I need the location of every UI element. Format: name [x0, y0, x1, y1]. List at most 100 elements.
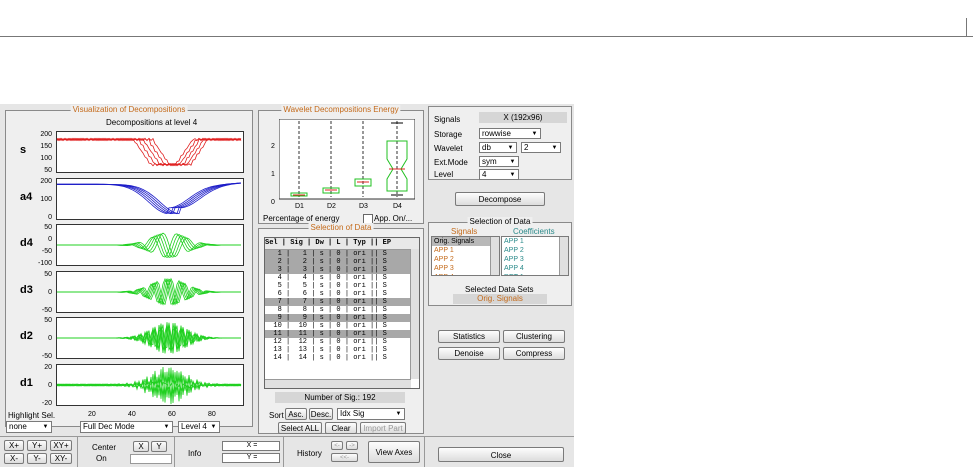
zoom-xy-in-button[interactable]: XY+: [50, 440, 72, 451]
table-row[interactable]: 8 | 8 | s | 0 | ori || S: [265, 306, 419, 314]
energy-plot: [279, 119, 415, 200]
y-tick-label: 200: [40, 131, 52, 138]
selection-table-title: Selection of Data: [308, 223, 374, 232]
selected-sets-value: Orig. Signals: [453, 294, 547, 304]
sort-key-select[interactable]: Idx Sig ▼: [337, 408, 405, 420]
signals-listbox[interactable]: Orig. SignalsAPP 1APP 2APP 3APP 4: [431, 236, 500, 276]
decomposition-plot-s[interactable]: [56, 131, 244, 173]
table-hscroll[interactable]: [265, 379, 411, 388]
center-label: Center: [92, 443, 117, 452]
chevron-down-icon: ▼: [42, 424, 49, 430]
bottom-toolbar: X+ Y+ XY+ X- Y- XY- Center On X Y Info X…: [0, 436, 574, 467]
zoom-y-in-button[interactable]: Y+: [27, 440, 47, 451]
signals-list-scrollbar[interactable]: [490, 237, 499, 275]
table-row[interactable]: 5 | 5 | s | 0 | ori || S: [265, 282, 419, 290]
y-tick-label: 0: [48, 335, 52, 342]
center-field[interactable]: [130, 454, 172, 464]
select-all-button[interactable]: Select ALL: [278, 422, 322, 434]
center-y-button[interactable]: Y: [151, 441, 167, 452]
decomposition-plot-d1[interactable]: [56, 363, 244, 406]
view-axes-button[interactable]: View Axes: [368, 441, 420, 463]
x-tick-label: 40: [128, 411, 136, 418]
decomposition-plot-d3[interactable]: [56, 270, 244, 313]
extmode-select[interactable]: sym ▼: [479, 156, 519, 167]
history-label: History: [297, 449, 322, 458]
level-select[interactable]: 4 ▼: [479, 169, 519, 180]
y-tick-label: 0: [48, 381, 52, 389]
clear-button[interactable]: Clear: [325, 422, 357, 434]
energy-x-tick: D2: [327, 203, 336, 210]
table-row[interactable]: 6 | 6 | s | 0 | ori || S: [265, 290, 419, 298]
zoom-x-in-button[interactable]: X+: [4, 440, 24, 451]
table-row[interactable]: 3 | 3 | s | 0 | ori || S: [265, 266, 419, 274]
decomposition-plot-d2[interactable]: [56, 317, 244, 359]
signals-list-item[interactable]: APP 4: [432, 273, 499, 275]
history-reset-button[interactable]: <<-: [331, 453, 358, 462]
info-label: Info: [188, 449, 202, 458]
signals-list-item[interactable]: APP 1: [432, 246, 499, 255]
table-row[interactable]: 9 | 9 | s | 0 | ori || S: [265, 314, 419, 322]
table-row[interactable]: 2 | 2 | s | 0 | ori || S: [265, 258, 419, 266]
decomposition-plot-a4[interactable]: [56, 177, 244, 220]
signals-list-item[interactable]: APP 3: [432, 264, 499, 273]
table-row[interactable]: 4 | 4 | s | 0 | ori || S: [265, 274, 419, 282]
history-forward-button[interactable]: ->: [346, 441, 358, 450]
decomposition-panel-title: Visualization of Decompositions: [70, 105, 188, 114]
y-tick-label: 100: [40, 195, 52, 203]
highlight-select-value: none: [9, 422, 27, 431]
table-row[interactable]: 13 | 13 | s | 0 | ori || S: [265, 346, 419, 354]
decompose-button[interactable]: Decompose: [455, 192, 545, 206]
wavelet-family-select[interactable]: db ▼: [479, 142, 517, 153]
table-row[interactable]: 7 | 7 | s | 0 | ori || S: [265, 298, 419, 306]
storage-select[interactable]: rowwise ▼: [479, 128, 541, 139]
signals-table[interactable]: Sel | Sig | Dw | L | Typ || EP 1 | 1 | s…: [264, 237, 420, 389]
y-tick-label: 200: [40, 177, 52, 185]
mode-select[interactable]: Full Dec Mode ▼: [80, 421, 173, 433]
close-button[interactable]: Close: [438, 447, 564, 462]
clustering-button[interactable]: Clustering: [503, 330, 565, 343]
chevron-down-icon: ▼: [551, 145, 558, 151]
toolbar-divider: [424, 437, 425, 467]
level-view-select[interactable]: Level 4 ▼: [178, 421, 220, 433]
highlight-select[interactable]: none ▼: [6, 421, 52, 433]
y-tick-label: 50: [44, 270, 52, 278]
wavelet-number-select[interactable]: 2 ▼: [521, 142, 561, 153]
chevron-down-icon: ▼: [509, 159, 516, 165]
zoom-x-out-button[interactable]: X-: [4, 453, 24, 464]
y-tick-label: -50: [41, 353, 52, 360]
extmode-value: sym: [482, 157, 497, 166]
energy-panel: Wavelet Decompositions Energy 2 1 0 D1 D…: [258, 105, 424, 224]
zoom-xy-out-button[interactable]: XY-: [50, 453, 72, 464]
coefficients-list-scrollbar[interactable]: [559, 237, 568, 275]
zoom-y-out-button[interactable]: Y-: [27, 453, 47, 464]
chevron-down-icon: ▼: [507, 145, 514, 151]
table-row[interactable]: 12 | 12 | s | 0 | ori || S: [265, 338, 419, 346]
signals-list-header: Signals: [451, 227, 478, 236]
table-row[interactable]: 14 | 14 | s | 0 | ori || S: [265, 354, 419, 362]
x-tick-label: 60: [168, 411, 176, 418]
denoise-button[interactable]: Denoise: [438, 347, 500, 360]
y-tick-label: 0: [48, 213, 52, 221]
energy-x-tick: D3: [359, 203, 368, 210]
table-vscroll[interactable]: [410, 249, 419, 379]
signals-list-item[interactable]: Orig. Signals: [432, 237, 499, 246]
decomposition-plot-d4[interactable]: [56, 224, 244, 266]
energy-x-tick: D1: [295, 203, 304, 210]
statistics-button[interactable]: Statistics: [438, 330, 500, 343]
info-x-field: X =: [222, 441, 280, 451]
sort-asc-button[interactable]: Asc.: [285, 408, 307, 420]
sort-desc-button[interactable]: Desc.: [309, 408, 333, 420]
history-back-button[interactable]: <-: [331, 441, 343, 450]
table-row[interactable]: 1 | 1 | s | 0 | ori || S: [265, 250, 419, 258]
table-row[interactable]: 11 | 11 | s | 0 | ori || S: [265, 330, 419, 338]
import-part-button[interactable]: Import Part: [360, 422, 406, 434]
compress-button[interactable]: Compress: [503, 347, 565, 360]
table-row[interactable]: 10 | 10 | s | 0 | ori || S: [265, 322, 419, 330]
center-x-button[interactable]: X: [133, 441, 149, 452]
level-label: Level: [434, 170, 454, 179]
signals-label: Signals: [434, 115, 461, 124]
table-header: Sel | Sig | Dw | L | Typ || EP: [265, 238, 419, 250]
signals-list-item[interactable]: APP 2: [432, 255, 499, 264]
coefficients-listbox[interactable]: APP 1APP 2APP 3APP 4DET 1: [501, 236, 569, 276]
mode-select-value: Full Dec Mode: [83, 422, 135, 431]
